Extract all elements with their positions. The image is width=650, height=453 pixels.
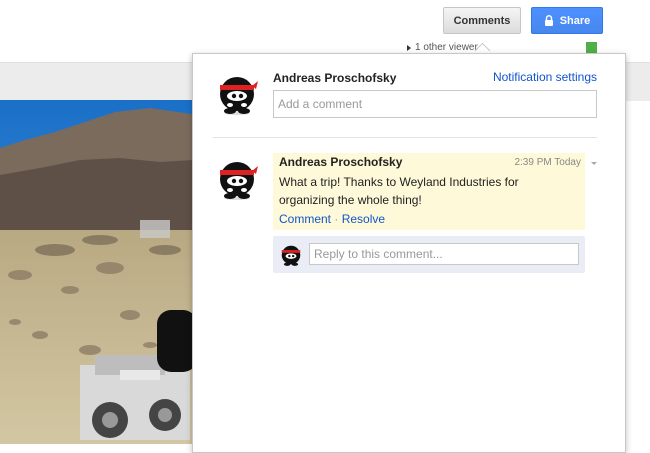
viewer-color-marker: [586, 42, 597, 53]
reply-area: [273, 236, 585, 273]
desert-photo: [0, 100, 192, 444]
divider: [213, 137, 597, 138]
share-button[interactable]: Share: [531, 7, 603, 34]
comment-timestamp: 2:39 PM Today: [514, 157, 581, 168]
add-comment-input[interactable]: [273, 90, 597, 118]
comments-panel: Andreas Proschofsky Notification setting…: [192, 53, 626, 453]
link-separator: ·: [334, 212, 339, 226]
comment-text: What a trip! Thanks to Weyland Industrie…: [279, 175, 519, 207]
comment-card[interactable]: Andreas Proschofsky 2:39 PM Today What a…: [273, 153, 585, 230]
comment-menu-icon[interactable]: [591, 162, 597, 165]
comments-button[interactable]: Comments: [443, 7, 521, 34]
resolve-link[interactable]: Resolve: [342, 212, 385, 226]
reply-avatar: [279, 243, 303, 270]
viewers-text: 1 other viewer: [415, 42, 478, 53]
expand-arrow-icon: [407, 44, 411, 51]
comments-button-label: Comments: [453, 14, 511, 27]
comment-link[interactable]: Comment: [279, 212, 331, 226]
share-button-label: Share: [559, 14, 591, 27]
notification-settings-link[interactable]: Notification settings: [493, 70, 597, 84]
reply-input[interactable]: [309, 243, 579, 265]
current-user-name: Andreas Proschofsky: [273, 71, 397, 85]
comment-author: Andreas Proschofsky: [279, 155, 403, 169]
viewers-indicator[interactable]: 1 other viewer: [407, 42, 478, 53]
lock-icon: [544, 15, 554, 26]
avatar: [215, 72, 259, 119]
comment-author-avatar: [215, 157, 259, 204]
